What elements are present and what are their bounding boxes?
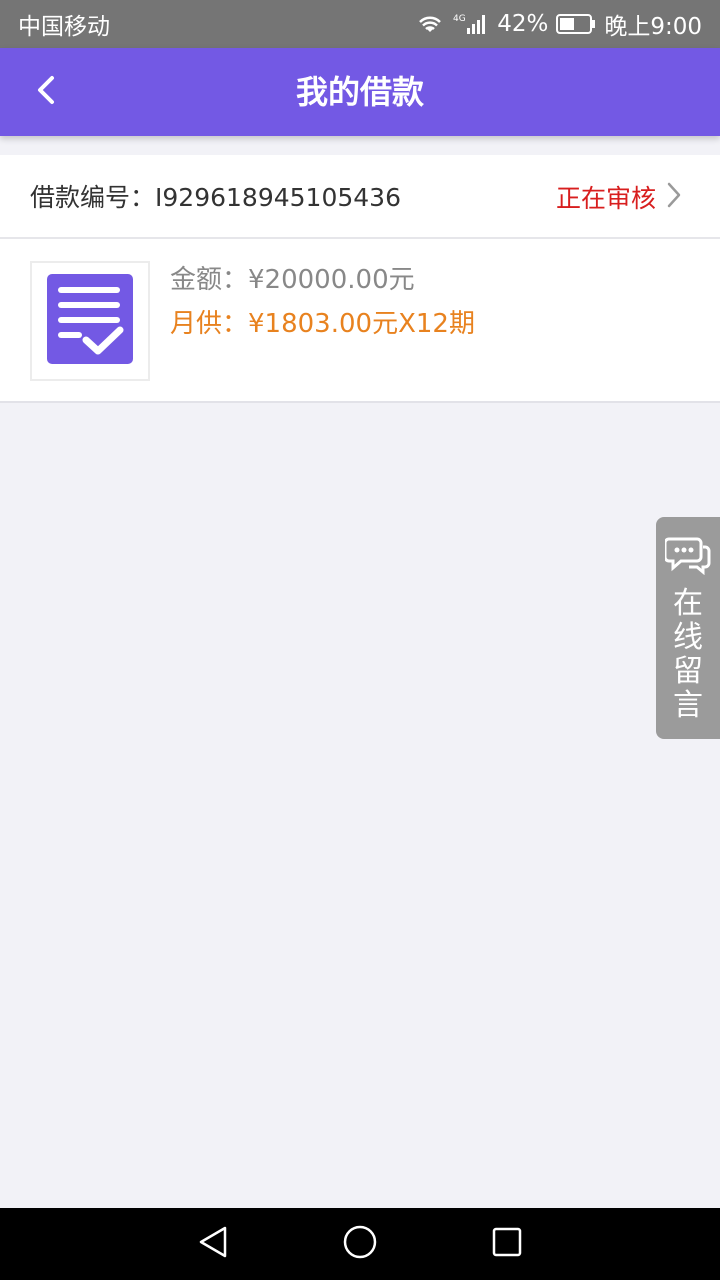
- svg-text:4G: 4G: [453, 14, 466, 24]
- loan-card[interactable]: 借款编号：I929618945105436 正在审核 金额：¥20000.00元…: [0, 155, 720, 403]
- square-recents-icon: [491, 1226, 523, 1262]
- amount-value: ¥20000.00元: [248, 265, 415, 295]
- system-home-button[interactable]: [330, 1214, 390, 1274]
- monthly-label: 月供：: [170, 309, 249, 339]
- monthly-payment: 月供：¥1803.00元X12期: [170, 303, 475, 340]
- status-icons: 4G 42% 晚上9:00: [415, 7, 702, 41]
- triangle-back-icon: [197, 1225, 229, 1263]
- system-nav-bar: [0, 1208, 720, 1280]
- loan-number-label: 借款编号：: [30, 183, 156, 212]
- document-check-icon: [46, 272, 134, 370]
- clock: 晚上9:00: [604, 14, 702, 40]
- page-title: 我的借款: [295, 73, 424, 111]
- loan-amount: 金额：¥20000.00元: [170, 259, 415, 296]
- loan-thumbnail: [30, 261, 150, 381]
- online-message-label: 在线留言: [673, 586, 703, 723]
- amount-label: 金额：: [170, 265, 249, 295]
- loan-number-value: I929618945105436: [155, 183, 401, 212]
- carrier-label: 中国移动: [18, 14, 110, 40]
- circle-home-icon: [342, 1224, 378, 1264]
- loan-status[interactable]: 正在审核: [556, 155, 682, 239]
- loan-card-body[interactable]: 金额：¥20000.00元 月供：¥1803.00元X12期: [0, 239, 720, 401]
- loan-card-header[interactable]: 借款编号：I929618945105436 正在审核: [0, 155, 720, 239]
- chat-bubble-icon: [663, 535, 711, 579]
- chevron-left-icon: [34, 75, 58, 109]
- loan-number: 借款编号：I929618945105436: [30, 178, 401, 214]
- status-badge: 正在审核: [555, 184, 656, 213]
- wifi-icon: [415, 12, 445, 36]
- system-back-button[interactable]: [183, 1214, 243, 1274]
- signal-4g-icon: 4G: [453, 12, 489, 36]
- status-bar: 中国移动 4G 42% 晚上9:00: [0, 0, 720, 48]
- back-button[interactable]: [22, 68, 70, 116]
- app-header: 我的借款: [0, 48, 720, 136]
- online-message-button[interactable]: 在线留言: [656, 517, 720, 739]
- battery-percent: 42%: [497, 11, 549, 37]
- system-recents-button[interactable]: [477, 1214, 537, 1274]
- chevron-right-icon: [666, 181, 682, 213]
- monthly-value: ¥1803.00元X12期: [248, 309, 475, 339]
- battery-icon: [556, 13, 596, 35]
